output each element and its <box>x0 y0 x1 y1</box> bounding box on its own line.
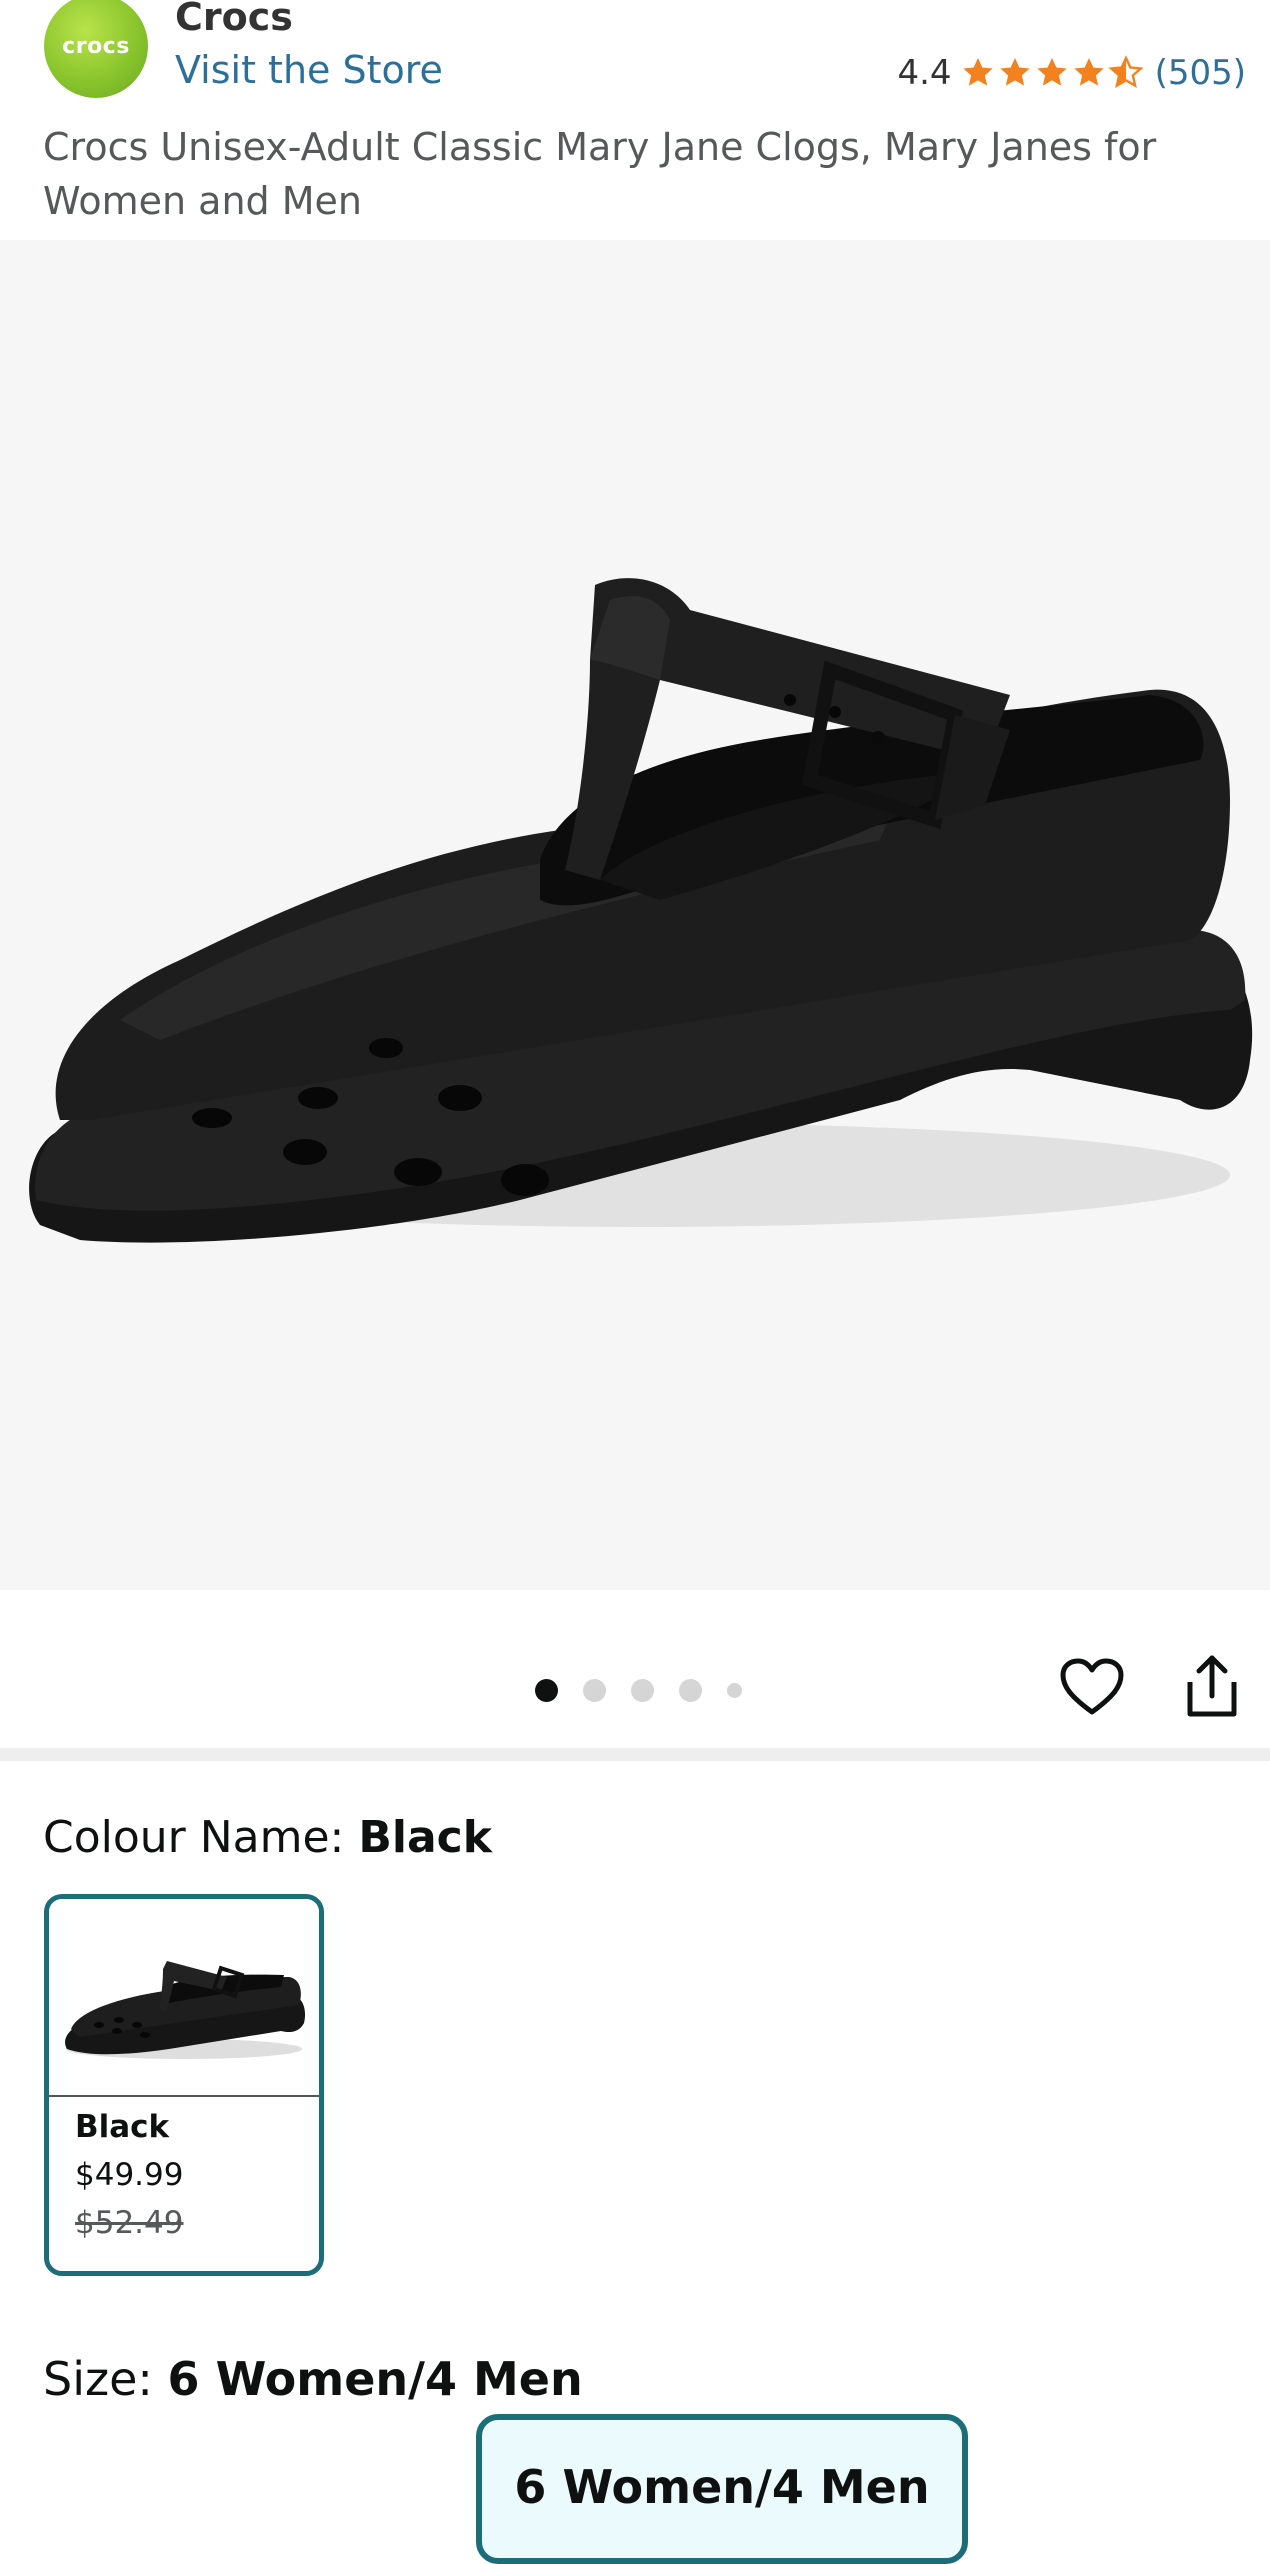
black-clog-thumbnail-image <box>65 1961 306 2059</box>
rating-value: 4.4 <box>897 53 952 93</box>
gallery-dot[interactable] <box>631 1679 654 1702</box>
black-mary-jane-clog-image <box>29 578 1253 1243</box>
colour-name-label: Colour Name: Black <box>43 1810 492 1866</box>
colour-option-thumbnail <box>49 1899 319 2097</box>
gallery-controls <box>0 1590 1270 1748</box>
visit-store-link[interactable]: Visit the Store <box>175 46 443 94</box>
star-full-icon <box>962 58 993 86</box>
size-label: Size: 6 Women/4 Men <box>43 2350 583 2408</box>
star-full-icon <box>1073 58 1104 86</box>
star-full-icon <box>1036 58 1067 86</box>
colour-option-list-price: $52.49 <box>75 2205 184 2241</box>
gallery-dot-active[interactable] <box>535 1679 558 1702</box>
colour-option-black[interactable]: Black $49.99 $52.49 <box>44 1894 324 2276</box>
product-title: Crocs Unisex-Adult Classic Mary Jane Clo… <box>43 125 1157 223</box>
brand-logo-text: crocs <box>62 33 130 59</box>
size-selected-value: 6 Women/4 Men <box>167 2352 583 2406</box>
section-divider <box>0 1748 1270 1761</box>
size-option-label: 6 Women/4 Men <box>514 2460 930 2514</box>
rating-stars <box>960 55 1145 91</box>
share-icon <box>1187 1655 1237 1717</box>
colour-option-price: $49.99 <box>75 2157 184 2193</box>
brand-name[interactable]: Crocs <box>175 0 293 40</box>
gallery-dot[interactable] <box>679 1679 702 1702</box>
heart-icon <box>1060 1658 1124 1715</box>
share-button[interactable] <box>1176 1650 1248 1722</box>
colour-label-prefix: Colour Name: <box>43 1812 359 1863</box>
colour-selected-value: Black <box>358 1812 493 1863</box>
gallery-dot[interactable] <box>583 1679 606 1702</box>
star-full-icon <box>999 58 1030 86</box>
size-label-prefix: Size: <box>43 2352 168 2406</box>
star-half-icon <box>1108 55 1144 88</box>
rating-summary[interactable]: 4.4 (505) <box>897 50 1246 96</box>
product-header: crocs Crocs Visit the Store 4.4 (505) Cr… <box>0 0 1270 240</box>
gallery-pagination[interactable] <box>535 1679 767 1702</box>
wishlist-button[interactable] <box>1056 1652 1128 1724</box>
gallery-dot[interactable] <box>727 1683 742 1698</box>
brand-logo[interactable]: crocs <box>44 0 148 98</box>
colour-option-name: Black <box>75 2109 170 2145</box>
rating-count: (505) <box>1154 53 1246 93</box>
product-image-gallery[interactable] <box>0 240 1270 1590</box>
size-option-6w-4m[interactable]: 6 Women/4 Men <box>476 2414 968 2564</box>
